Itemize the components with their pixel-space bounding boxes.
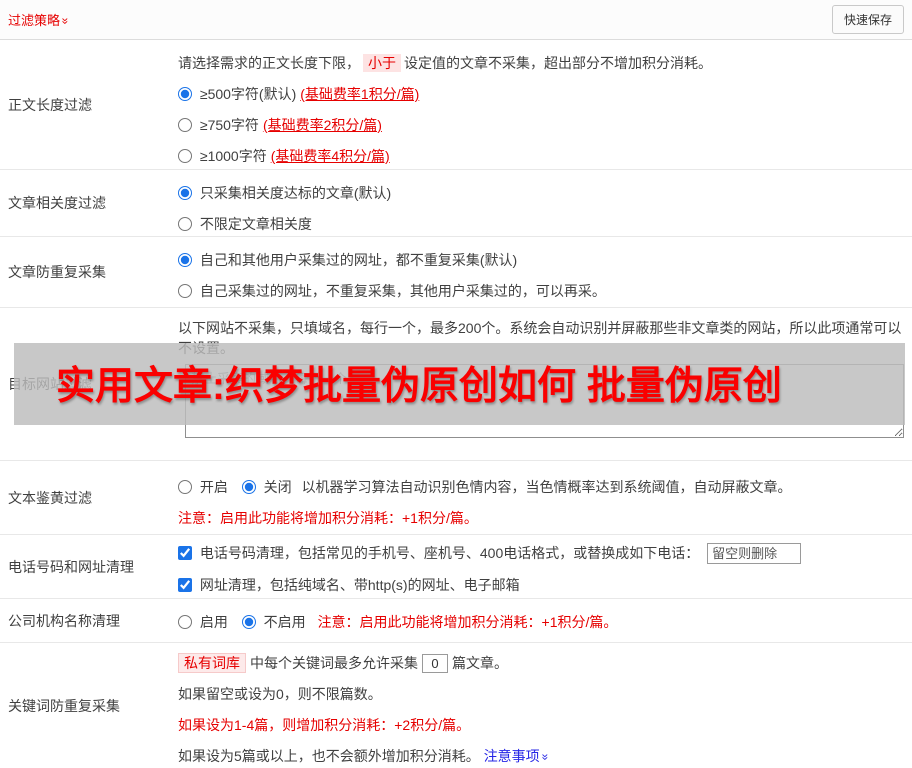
checkbox-url-clean-label: 网址清理，包括纯域名、带http(s)的网址、电子邮箱 (199, 577, 520, 593)
keyword-dedup-line2: 如果留空或设为0，则不限篇数。 (178, 686, 382, 702)
row-porn-filter: 文本鉴黄过滤 开启 关闭 以机器学习算法自动识别色情内容，当色情概率达到系统阈值… (0, 461, 912, 535)
radio-dedup-all-label: 自己和其他用户采集过的网址，都不重复采集(默认) (199, 252, 518, 268)
radio-500[interactable] (178, 87, 192, 101)
notice-link[interactable]: 注意事项» (483, 748, 552, 764)
row-length-filter: 正文长度过滤 请选择需求的正文长度下限， 小于 设定值的文章不采集，超出部分不增加积… (0, 40, 912, 170)
checkbox-option-phone-clean[interactable]: 电话号码清理，包括常见的手机号、座机号、400电话格式，或替换成如下电话： (178, 545, 703, 561)
radio-porn-on-label: 开启 (199, 479, 228, 495)
length-filter-intro: 请选择需求的正文长度下限， 小于 设定值的文章不采集，超出部分不增加积分消耗。 (178, 53, 904, 73)
radio-porn-off[interactable] (241, 480, 256, 494)
dedup-collect-label: 文章防重复采集 (8, 264, 106, 280)
radio-1000-fee: (基础费率4积分/篇) (270, 148, 390, 164)
notice-link-text: 注意事项 (483, 748, 540, 764)
keyword-dedup-line4: 如果设为5篇或以上，也不会额外增加积分消耗。 (178, 748, 480, 764)
intro-highlight: 小于 (363, 54, 401, 72)
radio-750[interactable] (178, 118, 192, 132)
radio-500-label: ≥500字符(默认) (199, 86, 297, 102)
radio-option-500[interactable]: ≥500字符(默认) (基础费率1积分/篇) (178, 86, 419, 102)
radio-750-label: ≥750字符 (199, 117, 259, 133)
intro-before: 请选择需求的正文长度下限， (178, 55, 360, 71)
length-filter-label: 正文长度过滤 (8, 96, 92, 113)
radio-500-fee: (基础费率1积分/篇) (300, 86, 420, 102)
radio-porn-on[interactable] (178, 480, 192, 494)
radio-porn-off-label: 关闭 (263, 479, 292, 495)
row-phone-url-clean: 电话号码和网址清理 电话号码清理，包括常见的手机号、座机号、400电话格式，或替… (0, 535, 912, 599)
radio-750-fee: (基础费率2积分/篇) (262, 117, 382, 133)
radio-relevance-any[interactable] (178, 217, 192, 231)
radio-option-1000[interactable]: ≥1000字符 (基础费率4积分/篇) (178, 148, 390, 164)
page-title-text: 过滤策略 (8, 13, 61, 28)
company-clean-label: 公司机构名称清理 (8, 612, 120, 629)
radio-option-relevance-strict[interactable]: 只采集相关度达标的文章(默认) (178, 185, 391, 201)
keyword-dedup-line1-end: 篇文章。 (452, 655, 508, 671)
porn-filter-desc: 以机器学习算法自动识别色情内容，当色情概率达到系统阈值，自动屏蔽文章。 (301, 479, 792, 495)
keyword-dedup-line1: 中每个关键词最多允许采集 (250, 655, 418, 671)
radio-1000[interactable] (178, 149, 192, 163)
chevron-down-icon: » (58, 17, 73, 25)
checkbox-url-clean[interactable] (178, 578, 192, 592)
keyword-dedup-label: 关键词防重复采集 (8, 697, 120, 714)
radio-company-on[interactable] (178, 615, 192, 629)
phone-url-clean-label: 电话号码和网址清理 (8, 558, 134, 575)
private-thesaurus-badge: 私有词库 (178, 653, 246, 673)
row-target-site-filter: 目标网站过滤 以下网站不采集，只填域名，每行一个，最多200个。系统会自动识别并… (0, 308, 912, 461)
radio-company-on-label: 启用 (199, 614, 228, 630)
radio-option-dedup-self[interactable]: 自己采集过的网址，不重复采集，其他用户采集过的，可以再采。 (178, 283, 606, 299)
radio-dedup-self-label: 自己采集过的网址，不重复采集，其他用户采集过的，可以再采。 (199, 283, 606, 299)
radio-option-porn-off[interactable]: 关闭 (241, 479, 296, 495)
checkbox-phone-clean-label: 电话号码清理，包括常见的手机号、座机号、400电话格式，或替换成如下电话： (199, 545, 700, 561)
blocked-domains-textarea[interactable] (185, 364, 904, 438)
row-dedup-collect: 文章防重复采集 自己和其他用户采集过的网址，都不重复采集(默认) 自己采集过的网… (0, 237, 912, 308)
page-title[interactable]: 过滤策略» (8, 10, 73, 29)
radio-dedup-self[interactable] (178, 284, 192, 298)
radio-relevance-strict-label: 只采集相关度达标的文章(默认) (199, 185, 392, 201)
porn-filter-note: 注意：启用此功能将增加积分消耗：+1积分/篇。 (178, 510, 478, 526)
radio-1000-label: ≥1000字符 (199, 148, 267, 164)
top-bar: 过滤策略» 快速保存 (0, 0, 912, 40)
target-site-desc: 以下网站不采集，只填域名，每行一个，最多200个。系统会自动识别并屏蔽那些非文章… (178, 320, 902, 356)
relevance-filter-label: 文章相关度过滤 (8, 195, 106, 211)
row-relevance-filter: 文章相关度过滤 只采集相关度达标的文章(默认) 不限定文章相关度 (0, 170, 912, 237)
radio-dedup-all[interactable] (178, 253, 192, 267)
row-keyword-dedup: 关键词防重复采集 私有词库中每个关键词最多允许采集 篇文章。 如果留空或设为0，则… (0, 643, 912, 768)
radio-relevance-strict[interactable] (178, 186, 192, 200)
radio-option-dedup-all[interactable]: 自己和其他用户采集过的网址，都不重复采集(默认) (178, 252, 517, 268)
radio-option-porn-on[interactable]: 开启 (178, 479, 232, 495)
radio-option-company-off[interactable]: 不启用 (241, 614, 310, 630)
checkbox-phone-clean[interactable] (178, 546, 192, 560)
quick-save-button[interactable]: 快速保存 (831, 5, 904, 34)
radio-company-off[interactable] (241, 615, 256, 629)
radio-option-relevance-any[interactable]: 不限定文章相关度 (178, 216, 312, 232)
radio-relevance-any-label: 不限定文章相关度 (199, 216, 312, 232)
radio-company-off-label: 不启用 (263, 614, 306, 630)
company-clean-note: 注意：启用此功能将增加积分消耗：+1积分/篇。 (317, 614, 618, 630)
radio-option-750[interactable]: ≥750字符 (基础费率2积分/篇) (178, 117, 382, 133)
replacement-phone-input[interactable] (707, 543, 802, 564)
intro-after: 设定值的文章不采集，超出部分不增加积分消耗。 (404, 55, 712, 71)
max-articles-count-input[interactable] (422, 654, 448, 673)
keyword-dedup-line3: 如果设为1-4篇，则增加积分消耗：+2积分/篇。 (178, 717, 471, 733)
checkbox-option-url-clean[interactable]: 网址清理，包括纯域名、带http(s)的网址、电子邮箱 (178, 577, 520, 593)
radio-option-company-on[interactable]: 启用 (178, 614, 232, 630)
porn-filter-label: 文本鉴黄过滤 (8, 489, 92, 506)
target-site-filter-label: 目标网站过滤 (8, 376, 92, 392)
row-company-clean: 公司机构名称清理 启用 不启用 注意：启用此功能将增加积分消耗：+1积分/篇。 (0, 599, 912, 643)
chevron-down-icon: » (538, 753, 553, 761)
